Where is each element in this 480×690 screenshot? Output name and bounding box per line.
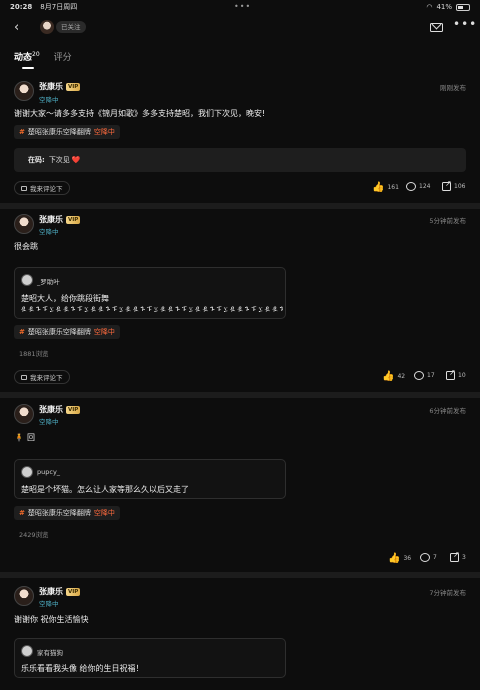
follow-status-button[interactable]: 已关注	[56, 21, 86, 33]
topic-tag[interactable]: # 楚昭张康乐空降翻牌 空降中	[14, 125, 120, 139]
share-button[interactable]: 3	[450, 550, 466, 562]
thumb-up-icon: 👍	[382, 371, 395, 382]
topic-tag[interactable]: # 楚昭张康乐空降翻牌 空降中	[14, 325, 120, 339]
user-subtitle: 空降中	[39, 228, 59, 236]
comment-button[interactable]: 7	[420, 553, 437, 562]
comment-icon	[21, 374, 27, 380]
divider	[0, 572, 480, 578]
comment-button[interactable]: 17	[414, 371, 435, 380]
view-count: 1881浏览	[19, 350, 49, 358]
avatar[interactable]	[14, 81, 34, 101]
hash-icon: #	[19, 509, 25, 517]
comment-button[interactable]: 124	[406, 182, 430, 191]
post-text: 谢谢大家～请多多支持《锦月如歌》多多支持楚昭，我们下次见，晚安!	[14, 109, 266, 118]
topic-tag[interactable]: # 楚昭张康乐空降翻牌 空降中	[14, 506, 120, 520]
post-card: 张康乐 VIP 空降中 6分钟前发布 🧍 回 pupcy_ 楚昭是个坏猫。怎么让人家…	[0, 402, 480, 570]
status-bar: 20:28 8月7日周四 ••• ◠ 41%	[0, 0, 480, 14]
like-button[interactable]: 👍 161	[372, 182, 399, 193]
post-card: 张康乐 VIP 空降中 刚刚发布 谢谢大家～请多多支持《锦月如歌》多多支持楚昭，我…	[0, 78, 480, 204]
back-arrow-icon[interactable]: ‹	[14, 20, 19, 35]
nav-bar: ‹ 已关注 •••	[0, 16, 480, 40]
tab-dynamics[interactable]: 动态20	[14, 50, 40, 63]
comment-icon	[21, 185, 27, 191]
like-button[interactable]: 👍 36	[388, 553, 411, 564]
vip-badge: VIP	[66, 216, 81, 224]
quote-author: 家有猫狗	[37, 649, 63, 657]
heart-emoji: ❤️	[71, 156, 81, 164]
avatar	[21, 274, 33, 286]
user-subtitle: 空降中	[39, 600, 59, 608]
quote-text: 楚昭大人，给你跳段街舞	[21, 294, 109, 303]
avatar	[21, 466, 33, 478]
share-icon	[442, 179, 452, 191]
hash-icon: #	[19, 328, 25, 336]
quoted-post[interactable]: 家有猫狗 乐乐看看我头像 给你的生日祝福！	[14, 638, 286, 678]
quote-text: ዷ ዷ ጉ ፑ ፲ ዷ ዷ ጉ ፑ ፲ ዷ ዷ ጉ ፑ ፲ ዷ ዷ ጉ ፑ ፲ …	[21, 305, 283, 313]
post-text: 很会跳	[14, 242, 38, 251]
avatar	[21, 645, 33, 657]
status-time: 20:28	[10, 3, 33, 11]
vip-badge: VIP	[66, 588, 81, 596]
avatar[interactable]	[14, 214, 34, 234]
figure-emoji-icon: 🧍	[14, 433, 24, 442]
comment-bubble-icon	[420, 553, 430, 562]
avatar[interactable]	[14, 586, 34, 606]
avatar[interactable]	[14, 404, 34, 424]
post-text: 谢谢你 祝你生活愉快	[14, 615, 89, 624]
comment-bubble-icon	[414, 371, 424, 380]
user-subtitle: 空降中	[39, 96, 59, 104]
username[interactable]: 张康乐 VIP	[39, 586, 81, 597]
quote-author: _罗助叶	[37, 278, 60, 286]
post-text: 🧍 回	[14, 433, 35, 442]
add-comment-button[interactable]: 我来评论下	[14, 370, 70, 384]
username[interactable]: 张康乐 VIP	[39, 404, 81, 415]
post-time: 5分钟前发布	[429, 217, 466, 225]
thumb-up-icon: 👍	[388, 553, 401, 564]
view-count: 2429浏览	[19, 531, 49, 539]
wifi-icon: ◠	[426, 3, 433, 11]
post-time: 刚刚发布	[440, 84, 466, 92]
battery-icon	[456, 3, 470, 11]
post-card: 张康乐 VIP 空降中 5分钟前发布 很会跳 _罗助叶 楚昭大人，给你跳段街舞 ዷ…	[0, 212, 480, 392]
quoted-post[interactable]: _罗助叶 楚昭大人，给你跳段街舞 ዷ ዷ ጉ ፑ ፲ ዷ ዷ ጉ ፑ ፲ ዷ ዷ…	[14, 267, 286, 319]
battery-percent: 41%	[436, 3, 452, 11]
divider	[0, 392, 480, 398]
hash-icon: #	[19, 128, 25, 136]
quote-text: 乐乐看看我头像 给你的生日祝福！	[21, 664, 144, 673]
post-card: 张康乐 VIP 空降中 7分钟前发布 谢谢你 祝你生活愉快 家有猫狗 乐乐看看我头…	[0, 584, 480, 690]
share-button[interactable]: 10	[446, 368, 466, 380]
multitask-dots-icon[interactable]: •••	[234, 2, 251, 11]
tab-underline	[22, 67, 34, 69]
user-subtitle: 空降中	[39, 418, 59, 426]
vip-badge: VIP	[66, 83, 81, 91]
share-icon	[446, 368, 456, 380]
share-button[interactable]: 106	[442, 179, 465, 191]
tab-bar: 动态20 评分	[14, 50, 72, 63]
avatar[interactable]	[40, 20, 54, 34]
share-icon	[450, 550, 460, 562]
username[interactable]: 张康乐 VIP	[39, 81, 81, 92]
quote-text: 楚昭是个坏猫。怎么让人家等那么久以后又走了	[21, 485, 189, 494]
pinned-comment[interactable]: 在码: 下次见 ❤️	[14, 148, 466, 172]
mail-icon[interactable]	[430, 23, 443, 32]
quote-author: pupcy_	[37, 468, 61, 476]
tab-rating[interactable]: 评分	[54, 50, 72, 63]
more-icon[interactable]: •••	[453, 17, 477, 31]
add-comment-button[interactable]: 我来评论下	[14, 181, 70, 195]
thumb-up-icon: 👍	[372, 182, 385, 193]
divider	[0, 203, 480, 209]
vip-badge: VIP	[66, 406, 81, 414]
username[interactable]: 张康乐 VIP	[39, 214, 81, 225]
quoted-post[interactable]: pupcy_ 楚昭是个坏猫。怎么让人家等那么久以后又走了	[14, 459, 286, 499]
post-time: 7分钟前发布	[429, 589, 466, 597]
comment-bubble-icon	[406, 182, 416, 191]
post-time: 6分钟前发布	[429, 407, 466, 415]
like-button[interactable]: 👍 42	[382, 371, 405, 382]
status-date: 8月7日周四	[40, 3, 78, 11]
